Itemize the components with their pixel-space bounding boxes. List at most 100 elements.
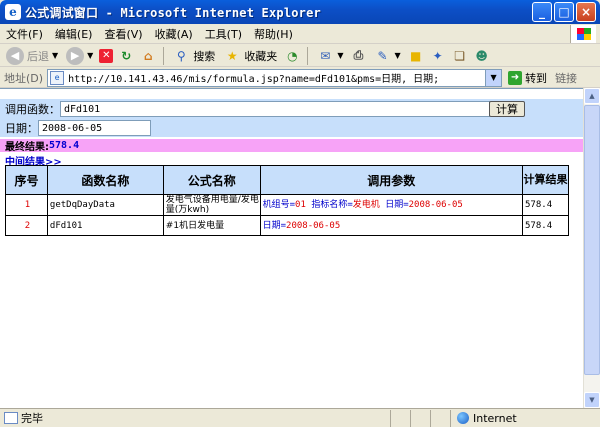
final-result-value: 578.4 bbox=[49, 140, 80, 151]
status-cell bbox=[390, 409, 410, 427]
param-key: 日期 bbox=[262, 220, 281, 231]
close-button[interactable]: × bbox=[576, 2, 596, 22]
edit-button[interactable]: ✎ ▼ bbox=[371, 46, 402, 66]
toolbar: ◀ 后退 ▼ ▶ ▼ ✕ ↻ ⌂ ⚲ 搜索 ★ 收藏夹 ◔ ✉ ▼ ⎙ ✎ ▼ … bbox=[0, 45, 600, 67]
discuss-icon[interactable]: ■ bbox=[407, 47, 425, 65]
back-arrow-icon: ◀ bbox=[6, 46, 24, 65]
calculate-button[interactable]: 计算 bbox=[489, 101, 525, 117]
users-icon[interactable]: ☻ bbox=[473, 47, 491, 65]
stop-icon[interactable]: ✕ bbox=[99, 48, 114, 63]
table-row: 2 dFd101 #1机日发电量 日期=2008-06-05 578.4 bbox=[5, 215, 569, 236]
go-button[interactable]: ➜ 转到 bbox=[508, 70, 547, 86]
call-function-label: 调用函数： bbox=[5, 103, 60, 116]
table-header-row: 序号 函数名称 公式名称 调用参数 计算结果 bbox=[5, 165, 569, 195]
favorites-label: 收藏夹 bbox=[244, 49, 278, 63]
refresh-icon[interactable]: ↻ bbox=[117, 47, 135, 65]
back-label: 后退 bbox=[27, 49, 49, 63]
chevron-down-icon: ▼ bbox=[52, 51, 59, 60]
param-key: 机组号 bbox=[262, 200, 290, 210]
status-text: 完毕 bbox=[21, 412, 43, 425]
go-label: 转到 bbox=[525, 71, 548, 85]
table-row: 1 getDqDayData 发电气设备用电量/发电量(万kwh) 机组号=01… bbox=[5, 194, 569, 216]
menu-view[interactable]: 查看(V) bbox=[98, 26, 148, 42]
header-index: 序号 bbox=[5, 165, 48, 195]
row-index: 1 bbox=[5, 194, 48, 216]
header-params: 调用参数 bbox=[259, 165, 524, 195]
security-zone: Internet bbox=[450, 409, 550, 427]
call-function-row: 调用函数： dFd101 计算 bbox=[0, 99, 583, 119]
print-icon[interactable]: ⎙ bbox=[349, 47, 367, 65]
messenger-icon[interactable]: ✦ bbox=[429, 47, 447, 65]
toolbar-separator bbox=[307, 46, 309, 65]
param-key: 指标名称 bbox=[311, 200, 348, 210]
menu-edit[interactable]: 编辑(E) bbox=[49, 26, 99, 42]
vertical-scrollbar[interactable]: ▲ ▼ bbox=[583, 88, 600, 408]
row-result: 578.4 bbox=[522, 194, 569, 216]
maximize-button[interactable]: □ bbox=[554, 2, 574, 22]
address-bar: 地址(D) e http://10.141.43.46/mis/formula.… bbox=[0, 68, 600, 88]
final-result-bar: 最终结果: 578.4 bbox=[0, 139, 583, 153]
call-function-input[interactable]: dFd101 bbox=[60, 101, 490, 117]
back-button[interactable]: ◀ 后退 ▼ bbox=[4, 46, 60, 66]
date-row: 日期： 2008-06-05 bbox=[0, 119, 583, 137]
scroll-down-icon[interactable]: ▼ bbox=[584, 392, 600, 408]
header-function: 函数名称 bbox=[46, 165, 164, 195]
status-cell bbox=[430, 409, 450, 427]
address-label: 地址(D) bbox=[4, 71, 44, 85]
windows-flag-icon bbox=[570, 25, 596, 43]
home-icon[interactable]: ⌂ bbox=[139, 47, 157, 65]
menu-help[interactable]: 帮助(H) bbox=[248, 26, 299, 42]
row-params: 日期=2008-06-05 bbox=[259, 215, 524, 236]
status-cell bbox=[410, 409, 430, 427]
scroll-up-icon[interactable]: ▲ bbox=[584, 88, 600, 104]
row-formula: #1机日发电量 bbox=[162, 215, 261, 236]
address-url: http://10.141.43.46/mis/formula.jsp?name… bbox=[68, 74, 440, 85]
address-input[interactable]: e http://10.141.43.46/mis/formula.jsp?na… bbox=[47, 68, 503, 87]
date-label: 日期： bbox=[5, 122, 38, 135]
forward-arrow-icon: ▶ bbox=[66, 46, 85, 65]
results-table: 序号 函数名称 公式名称 调用参数 计算结果 1 getDqDayData 发电… bbox=[5, 165, 569, 236]
search-button[interactable]: ⚲ 搜索 bbox=[170, 46, 217, 66]
address-dropdown-icon[interactable]: ▼ bbox=[485, 69, 502, 86]
menu-tools[interactable]: 工具(T) bbox=[199, 26, 248, 42]
row-index: 2 bbox=[5, 215, 48, 236]
favorites-button[interactable]: ★ 收藏夹 bbox=[221, 46, 279, 66]
chevron-down-icon: ▼ bbox=[394, 51, 401, 60]
toolbar-separator bbox=[163, 46, 165, 65]
param-value: 2008-06-05 bbox=[408, 200, 463, 210]
row-params: 机组号=01 指标名称=发电机 日期=2008-06-05 bbox=[259, 194, 524, 216]
globe-icon bbox=[457, 412, 469, 424]
page-done-icon bbox=[4, 412, 18, 424]
mail-icon: ✉ bbox=[320, 48, 331, 63]
menu-favorites[interactable]: 收藏(A) bbox=[149, 26, 199, 42]
final-result-label: 最终结果: bbox=[5, 142, 49, 153]
param-value: 01 bbox=[295, 200, 306, 210]
status-done: 完毕 bbox=[0, 410, 390, 426]
status-bar: 完毕 Internet bbox=[0, 408, 600, 427]
history-icon[interactable]: ◔ bbox=[283, 47, 301, 65]
date-input[interactable]: 2008-06-05 bbox=[38, 120, 151, 136]
zone-label: Internet bbox=[473, 411, 517, 425]
menu-file[interactable]: 文件(F) bbox=[0, 26, 49, 42]
chevron-down-icon: ▼ bbox=[87, 51, 94, 60]
row-function: dFd101 bbox=[46, 215, 164, 236]
mail-button[interactable]: ✉ ▼ bbox=[314, 46, 345, 66]
scroll-thumb[interactable] bbox=[584, 105, 600, 375]
research-icon[interactable]: ❏ bbox=[451, 47, 469, 65]
links-button[interactable]: 链接 bbox=[555, 70, 577, 86]
param-value: 2008-06-05 bbox=[286, 220, 341, 231]
star-icon: ★ bbox=[226, 48, 238, 63]
forward-button[interactable]: ▶ ▼ bbox=[64, 46, 95, 66]
chevron-down-icon: ▼ bbox=[337, 51, 344, 60]
go-arrow-icon: ➜ bbox=[508, 70, 523, 85]
ie-logo-icon: e bbox=[5, 4, 21, 20]
menu-bar: 文件(F) 编辑(E) 查看(V) 收藏(A) 工具(T) 帮助(H) bbox=[0, 24, 600, 44]
search-label: 搜索 bbox=[193, 49, 216, 63]
title-bar: e 公式调试窗口 - Microsoft Internet Explorer _… bbox=[0, 0, 600, 24]
window-title: 公式调试窗口 - Microsoft Internet Explorer bbox=[25, 5, 321, 20]
minimize-button[interactable]: _ bbox=[532, 2, 552, 22]
row-formula: 发电气设备用电量/发电量(万kwh) bbox=[162, 194, 261, 216]
page-content: 调用函数： dFd101 计算 日期： 2008-06-05 最终结果: 578… bbox=[0, 88, 583, 408]
param-value: 发电机 bbox=[352, 200, 380, 210]
row-result: 578.4 bbox=[522, 215, 569, 236]
